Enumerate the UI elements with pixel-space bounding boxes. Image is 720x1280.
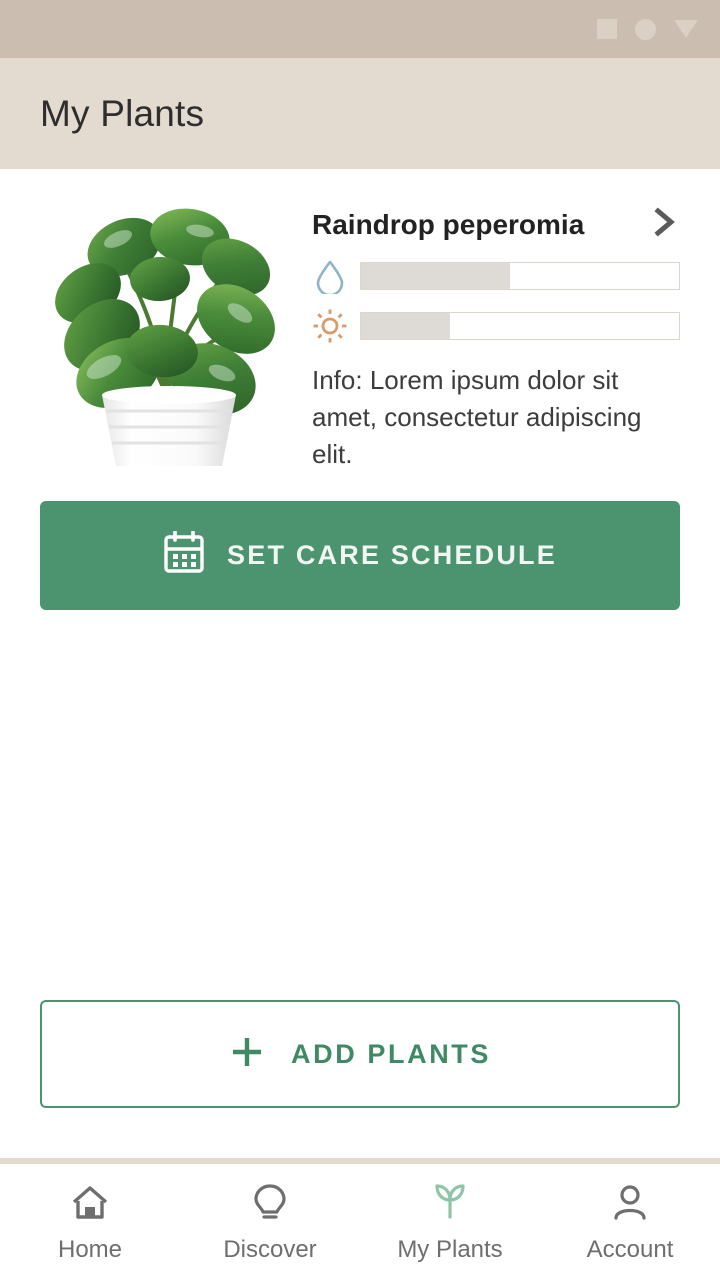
water-level-track	[360, 262, 680, 290]
main-content: Raindrop peperomia Info: Lorem ipsum dol…	[0, 169, 720, 1158]
nav-item-my-plants[interactable]: My Plants	[360, 1164, 540, 1280]
person-icon	[608, 1181, 652, 1230]
app-screen: My Plants Raindrop peperomia Info: Lorem…	[0, 0, 720, 1280]
nav-label-home: Home	[57, 1235, 123, 1263]
plant-name-row[interactable]: Raindrop peperomia	[312, 205, 680, 244]
home-icon	[68, 1181, 112, 1230]
lightbulb-icon	[248, 1181, 292, 1230]
nav-label-account: Account	[586, 1235, 674, 1263]
circle-indicator-icon	[635, 18, 656, 40]
calendar-icon	[163, 529, 205, 580]
water-level-meter	[312, 258, 680, 297]
status-bar	[0, 0, 720, 58]
square-indicator-icon	[597, 19, 617, 39]
sprout-icon	[428, 1181, 472, 1230]
light-level-track	[360, 312, 680, 340]
nav-item-home[interactable]: Home	[0, 1164, 180, 1280]
sun-icon	[312, 308, 348, 344]
nav-item-account[interactable]: Account	[540, 1164, 720, 1280]
chevron-right-icon[interactable]	[650, 205, 680, 244]
set-care-schedule-label: SET CARE SCHEDULE	[227, 539, 557, 570]
set-care-schedule-button[interactable]: SET CARE SCHEDULE	[40, 500, 680, 610]
plant-description: Info: Lorem ipsum dolor sit amet, consec…	[312, 365, 642, 469]
nav-label-discover: Discover	[223, 1235, 317, 1263]
page-title: My Plants	[40, 92, 205, 134]
plant-photo	[40, 183, 290, 468]
plus-icon	[229, 1034, 265, 1075]
plant-card[interactable]: Raindrop peperomia Info: Lorem ipsum dol…	[0, 169, 720, 473]
add-plants-label: ADD PLANTS	[291, 1038, 491, 1069]
app-bar: My Plants	[0, 58, 720, 169]
plant-name: Raindrop peperomia	[312, 208, 585, 240]
plant-info: Raindrop peperomia Info: Lorem ipsum dol…	[312, 183, 680, 473]
bottom-nav: Home Discover My Plants Account	[0, 1164, 720, 1280]
add-plants-button[interactable]: ADD PLANTS	[40, 1000, 680, 1108]
triangle-indicator-icon	[674, 20, 698, 38]
water-drop-icon	[312, 258, 348, 297]
light-level-fill	[361, 313, 451, 339]
nav-item-discover[interactable]: Discover	[180, 1164, 360, 1280]
light-level-meter	[312, 308, 680, 344]
water-level-fill	[361, 263, 511, 289]
nav-label-my-plants: My Plants	[397, 1235, 503, 1263]
